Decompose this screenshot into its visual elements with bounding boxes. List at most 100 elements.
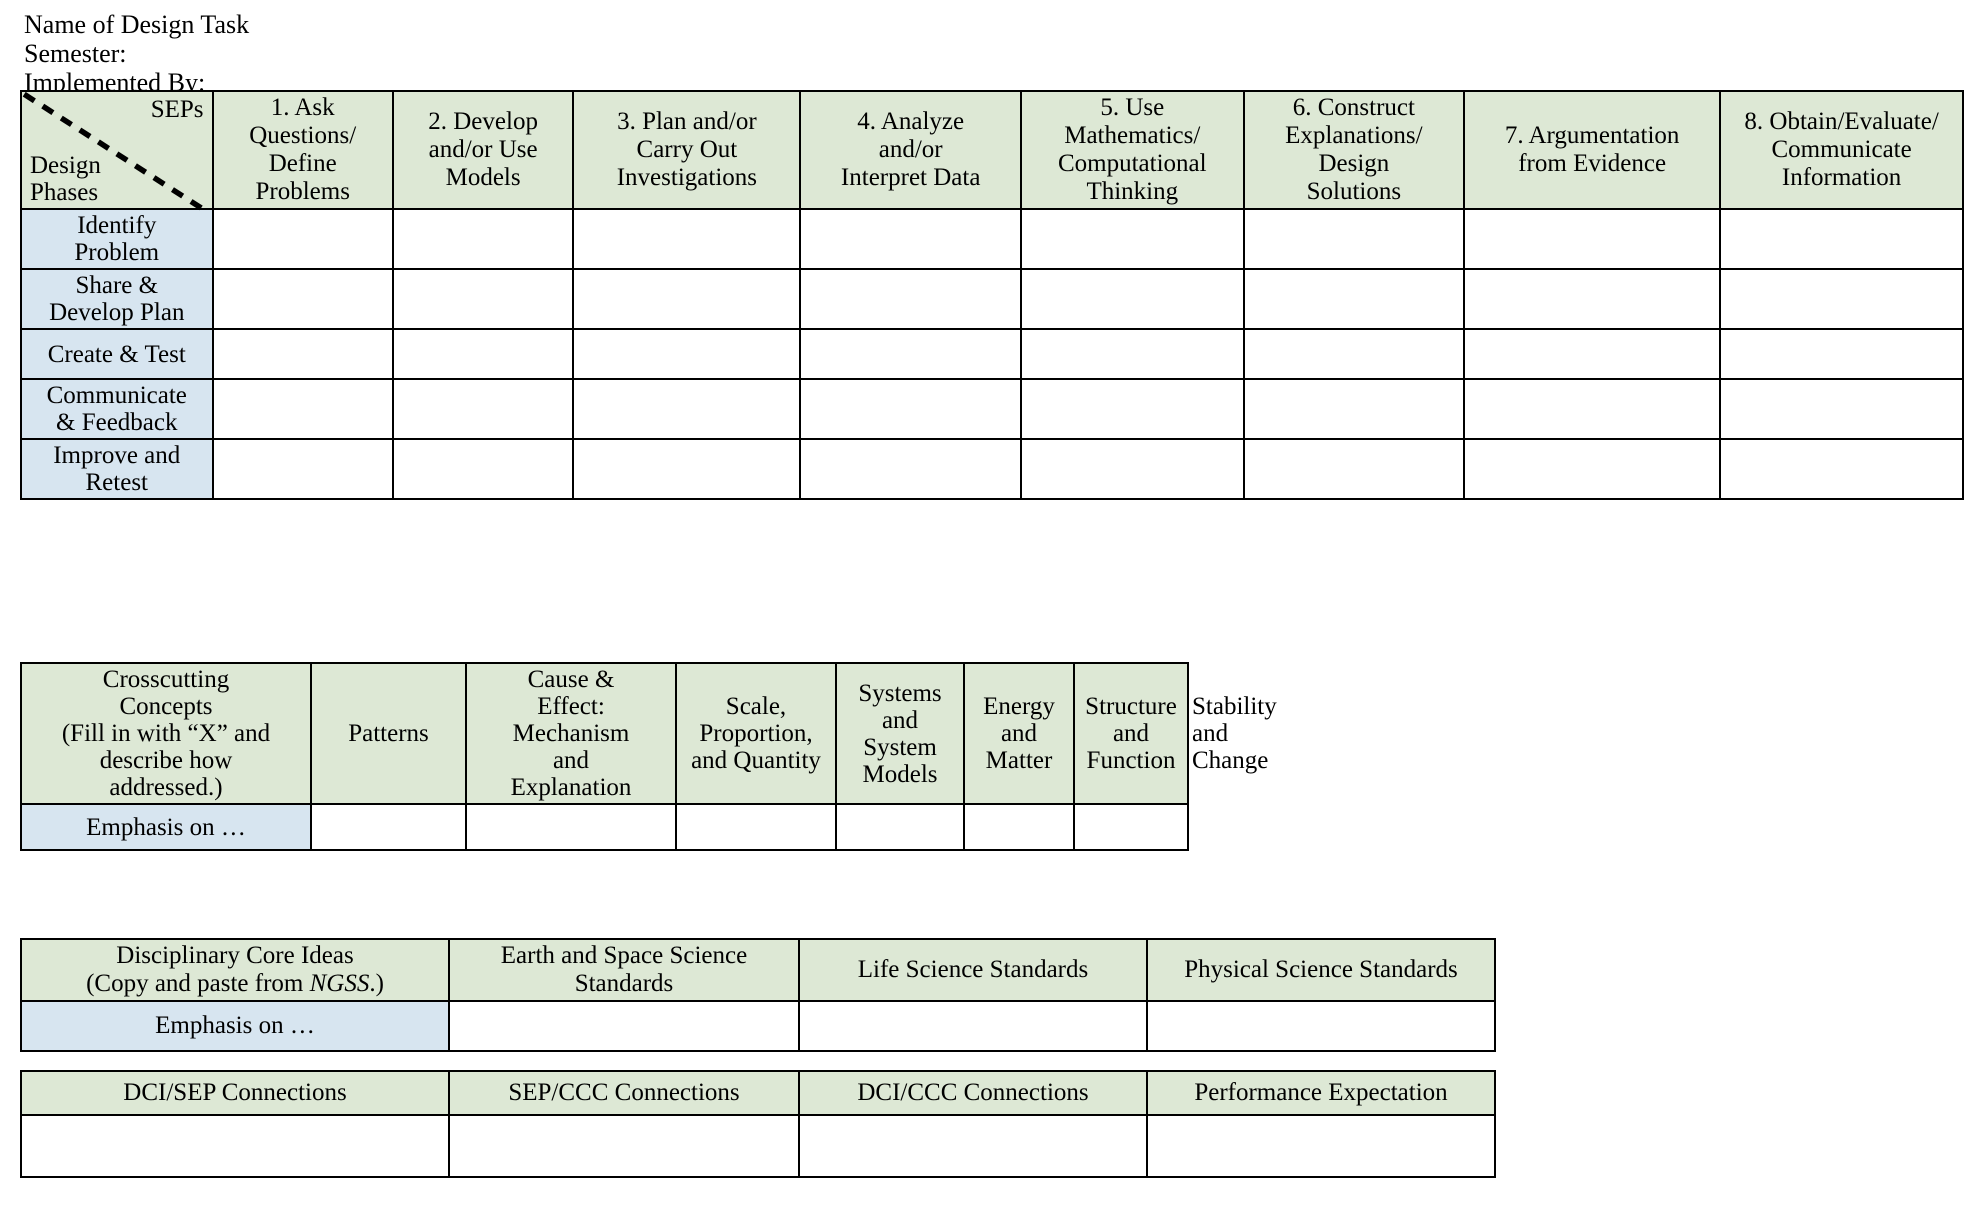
table-row: Share & Develop Plan [20,268,1964,330]
connections-cell-sep-ccc[interactable] [448,1114,800,1178]
sep-design-phase-matrix: SEPs Design Phases 1. Ask Questions/ Def… [20,90,1964,500]
sep-row-label-create-test: Create & Test [20,328,214,380]
sep-cell-r1c4[interactable] [799,208,1022,270]
dci-cell-physical-science[interactable] [1146,1000,1496,1052]
sep-cell-r3c5[interactable] [1019,328,1245,380]
sep-column-header-8: 8. Obtain/Evaluate/ Communicate Informat… [1719,90,1964,210]
ccc-cell-patterns[interactable] [310,803,467,851]
corner-label-design-phases-line2: Phases [30,179,99,206]
sep-cell-r3c2[interactable] [391,328,575,380]
ccc-column-header-systems-and-system-models: Systems and System Models [835,662,965,805]
sep-cell-r1c3[interactable] [572,208,802,270]
ccc-cell-energy-and-matter[interactable] [963,803,1075,851]
sep-row-label-identify-problem: Identify Problem [20,208,214,270]
sep-row-label-communicate-feedback: Communicate & Feedback [20,378,214,440]
sep-header-row: SEPs Design Phases 1. Ask Questions/ Def… [20,90,1964,216]
sep-cell-r3c8[interactable] [1719,328,1964,380]
sep-cell-r2c3[interactable] [572,268,802,330]
sep-cell-r2c1[interactable] [211,268,394,330]
ccc-column-header-energy-and-matter: Energy and Matter [963,662,1075,805]
sep-cell-r3c1[interactable] [211,328,394,380]
connections-table: DCI/SEP Connections SEP/CCC Connections … [20,1070,1496,1178]
dci-column-header-physical-science: Physical Science Standards [1146,938,1496,1002]
sep-cell-r4c7[interactable] [1463,378,1722,440]
sep-cell-r4c1[interactable] [211,378,394,440]
ccc-cell-cause-and-effect[interactable] [465,803,677,851]
sep-cell-r5c3[interactable] [572,438,802,500]
sep-row-label-share-develop-plan: Share & Develop Plan [20,268,214,330]
sep-cell-r5c2[interactable] [391,438,575,500]
sep-cell-r5c7[interactable] [1463,438,1722,500]
sep-column-header-6: 6. Construct Explanations/ Design Soluti… [1242,90,1466,210]
sep-column-header-2: 2. Develop and/or Use Models [391,90,575,210]
sep-cell-r4c3[interactable] [572,378,802,440]
corner-label-design-phases-line1: Design [30,152,101,179]
dci-header-row: Disciplinary Core Ideas (Copy and paste … [20,938,1496,1002]
ccc-cell-scale-proportion-quantity[interactable] [675,803,837,851]
sep-cell-r1c7[interactable] [1463,208,1722,270]
sep-cell-r2c5[interactable] [1019,268,1245,330]
connections-cell-dci-sep[interactable] [20,1114,450,1178]
ccc-header-row: Crosscutting Concepts (Fill in with “X” … [20,662,1277,805]
sep-cell-r3c6[interactable] [1242,328,1466,380]
heading-semester: Semester: [24,39,127,68]
sep-column-header-1: 1. Ask Questions/ Define Problems [211,90,394,210]
sep-cell-r1c2[interactable] [391,208,575,270]
dci-column-header-life-science: Life Science Standards [798,938,1148,1002]
sep-cell-r5c8[interactable] [1719,438,1964,500]
table-row: Improve and Retest [20,438,1964,500]
connections-column-header-dci-ccc: DCI/CCC Connections [798,1070,1148,1116]
sep-column-header-7: 7. Argumentation from Evidence [1463,90,1722,210]
sep-cell-r2c7[interactable] [1463,268,1722,330]
corner-cell-seps-design-phases: SEPs Design Phases [20,90,214,216]
sep-column-header-3: 3. Plan and/or Carry Out Investigations [572,90,802,210]
sep-cell-r5c1[interactable] [211,438,394,500]
design-task-planning-sheet: Name of Design Task Semester: Implemente… [0,0,1982,1227]
corner-label-design-phases: Design Phases [30,152,101,206]
ccc-column-header-cause-and-effect: Cause & Effect: Mechanism and Explanatio… [465,662,677,805]
sep-cell-r3c4[interactable] [799,328,1022,380]
sep-cell-r4c8[interactable] [1719,378,1964,440]
table-row: Create & Test [20,328,1964,380]
sep-cell-r1c8[interactable] [1719,208,1964,270]
sep-cell-r2c2[interactable] [391,268,575,330]
sep-cell-r3c7[interactable] [1463,328,1722,380]
dci-column-header-earth-and-space-science: Earth and Space Science Standards [448,938,800,1002]
table-row: Emphasis on … [20,803,1189,851]
sep-cell-r5c6[interactable] [1242,438,1466,500]
ccc-column-header-scale-proportion-quantity: Scale, Proportion, and Quantity [675,662,837,805]
sep-cell-r4c2[interactable] [391,378,575,440]
ccc-cell-structure-and-function[interactable] [1073,803,1189,851]
sep-cell-r3c3[interactable] [572,328,802,380]
corner-label-seps: SEPs [150,96,204,123]
sep-cell-r5c4[interactable] [799,438,1022,500]
sep-cell-r1c6[interactable] [1242,208,1466,270]
disciplinary-core-ideas-table: Disciplinary Core Ideas (Copy and paste … [20,938,1496,1052]
connections-cell-performance-expectation[interactable] [1146,1114,1496,1178]
dci-cell-earth-and-space-science[interactable] [448,1000,800,1052]
connections-column-header-sep-ccc: SEP/CCC Connections [448,1070,800,1116]
sep-cell-r4c5[interactable] [1019,378,1245,440]
sep-cell-r2c8[interactable] [1719,268,1964,330]
ccc-row-label-emphasis-on: Emphasis on … [20,803,312,851]
sep-cell-r4c6[interactable] [1242,378,1466,440]
table-row [20,1114,1496,1178]
table-row: Communicate & Feedback [20,378,1964,440]
sep-cell-r1c1[interactable] [211,208,394,270]
sep-cell-r4c4[interactable] [799,378,1022,440]
sep-cell-r2c4[interactable] [799,268,1022,330]
connections-header-row: DCI/SEP Connections SEP/CCC Connections … [20,1070,1496,1116]
table-row: Identify Problem [20,208,1964,270]
connections-column-header-performance-expectation: Performance Expectation [1146,1070,1496,1116]
dci-cell-life-science[interactable] [798,1000,1148,1052]
sep-cell-r1c5[interactable] [1019,208,1245,270]
sep-row-label-improve-and-retest: Improve and Retest [20,438,214,500]
ccc-cell-systems-and-system-models[interactable] [835,803,965,851]
sep-column-header-5: 5. Use Mathematics/ Computational Thinki… [1019,90,1245,210]
crosscutting-concepts-table: Crosscutting Concepts (Fill in with “X” … [20,662,1277,851]
connections-cell-dci-ccc[interactable] [798,1114,1148,1178]
table-row: Emphasis on … [20,1000,1496,1052]
sep-cell-r5c5[interactable] [1019,438,1245,500]
sep-cell-r2c6[interactable] [1242,268,1466,330]
dci-header-label-line2: (Copy and paste from NGSS.) [86,970,384,997]
